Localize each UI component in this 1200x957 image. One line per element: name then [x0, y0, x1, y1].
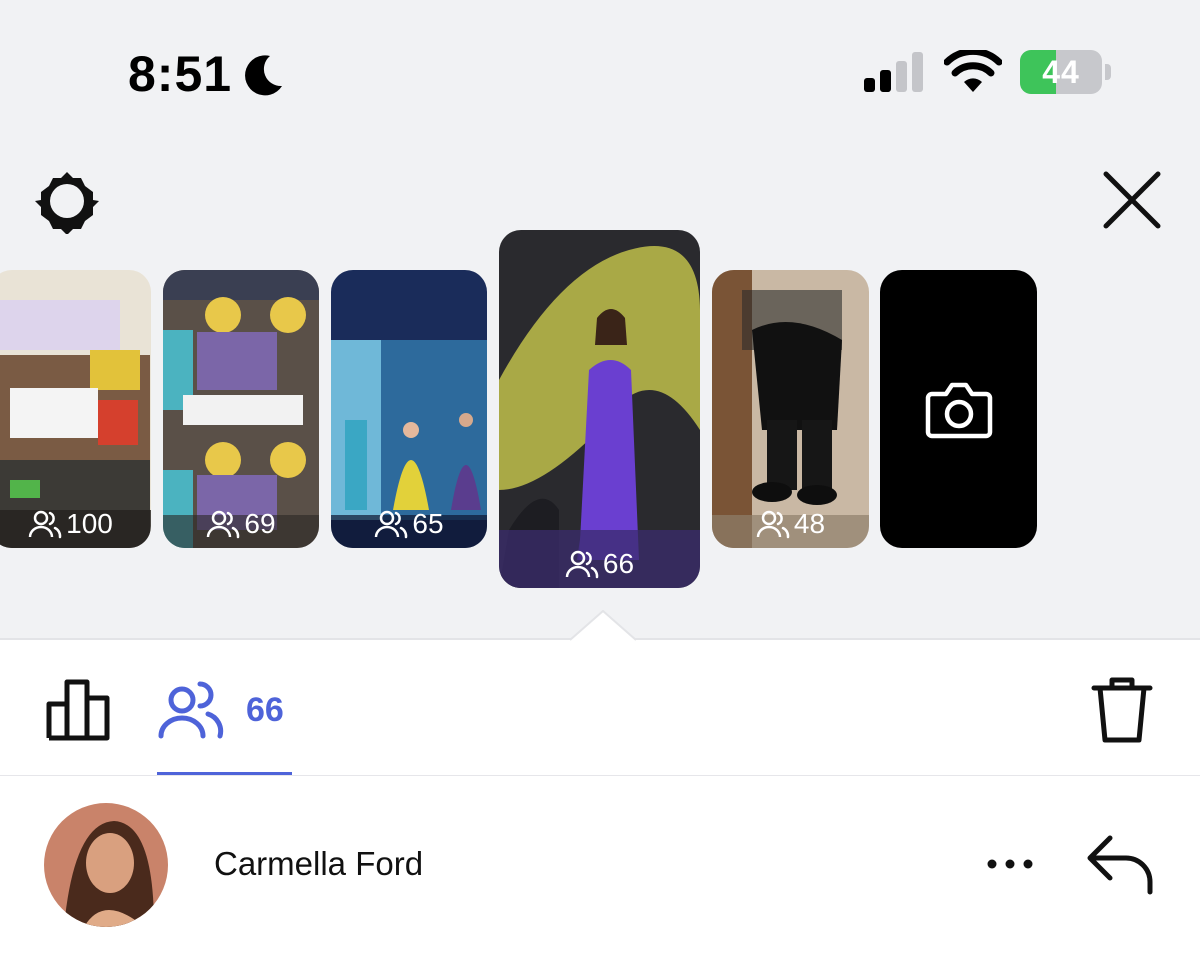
bar-chart-icon[interactable]: [46, 678, 110, 742]
story-image: [331, 270, 487, 548]
tab-divider: [0, 775, 1200, 776]
trash-icon[interactable]: [1090, 676, 1154, 744]
gear-icon[interactable]: [34, 168, 100, 234]
people-icon: [756, 510, 790, 539]
viewer-count-badge: 100: [0, 508, 151, 540]
viewer-count: 100: [66, 508, 113, 539]
people-icon: [565, 550, 599, 579]
viewer-count-badge: 66: [499, 548, 700, 580]
battery-percent: 44: [1042, 54, 1080, 90]
story-thumbnail-selected[interactable]: 66: [499, 230, 700, 588]
status-time: 8:51: [128, 46, 233, 102]
moon-icon: [245, 55, 282, 96]
story-image: [0, 270, 151, 548]
story-image: [499, 230, 700, 588]
viewer-count-badge: 65: [331, 508, 487, 540]
story-image: [712, 270, 869, 548]
story-thumbnail[interactable]: 65: [331, 270, 487, 548]
viewers-count[interactable]: 66: [246, 690, 284, 730]
people-icon: [28, 510, 62, 539]
avatar[interactable]: [44, 803, 168, 927]
people-icon: [207, 510, 240, 539]
viewer-count: 65: [412, 508, 444, 539]
story-thumbnail[interactable]: 69: [163, 270, 319, 548]
viewer-count-badge: 69: [163, 508, 319, 540]
reply-icon[interactable]: [1086, 832, 1156, 896]
viewer-name[interactable]: Carmella Ford: [214, 844, 423, 884]
viewer-count: 48: [793, 508, 826, 539]
cellular-signal-icon: [864, 52, 923, 92]
people-icon[interactable]: [158, 680, 224, 740]
viewer-count-badge: 48: [712, 508, 869, 540]
story-image: [163, 270, 319, 548]
battery-charging-icon: 44: [1020, 50, 1112, 94]
more-icon[interactable]: [984, 850, 1036, 878]
viewer-count: 69: [244, 508, 276, 539]
viewer-count: 66: [602, 548, 635, 579]
people-icon: [375, 510, 408, 539]
camera-icon: [925, 382, 993, 439]
selection-pointer: [570, 610, 636, 641]
add-story-camera-tile[interactable]: [880, 270, 1037, 548]
story-thumbnail[interactable]: 48: [712, 270, 869, 548]
wifi-icon: [944, 50, 1002, 92]
story-thumbnail[interactable]: 100: [0, 270, 151, 548]
close-icon[interactable]: [1100, 168, 1164, 232]
